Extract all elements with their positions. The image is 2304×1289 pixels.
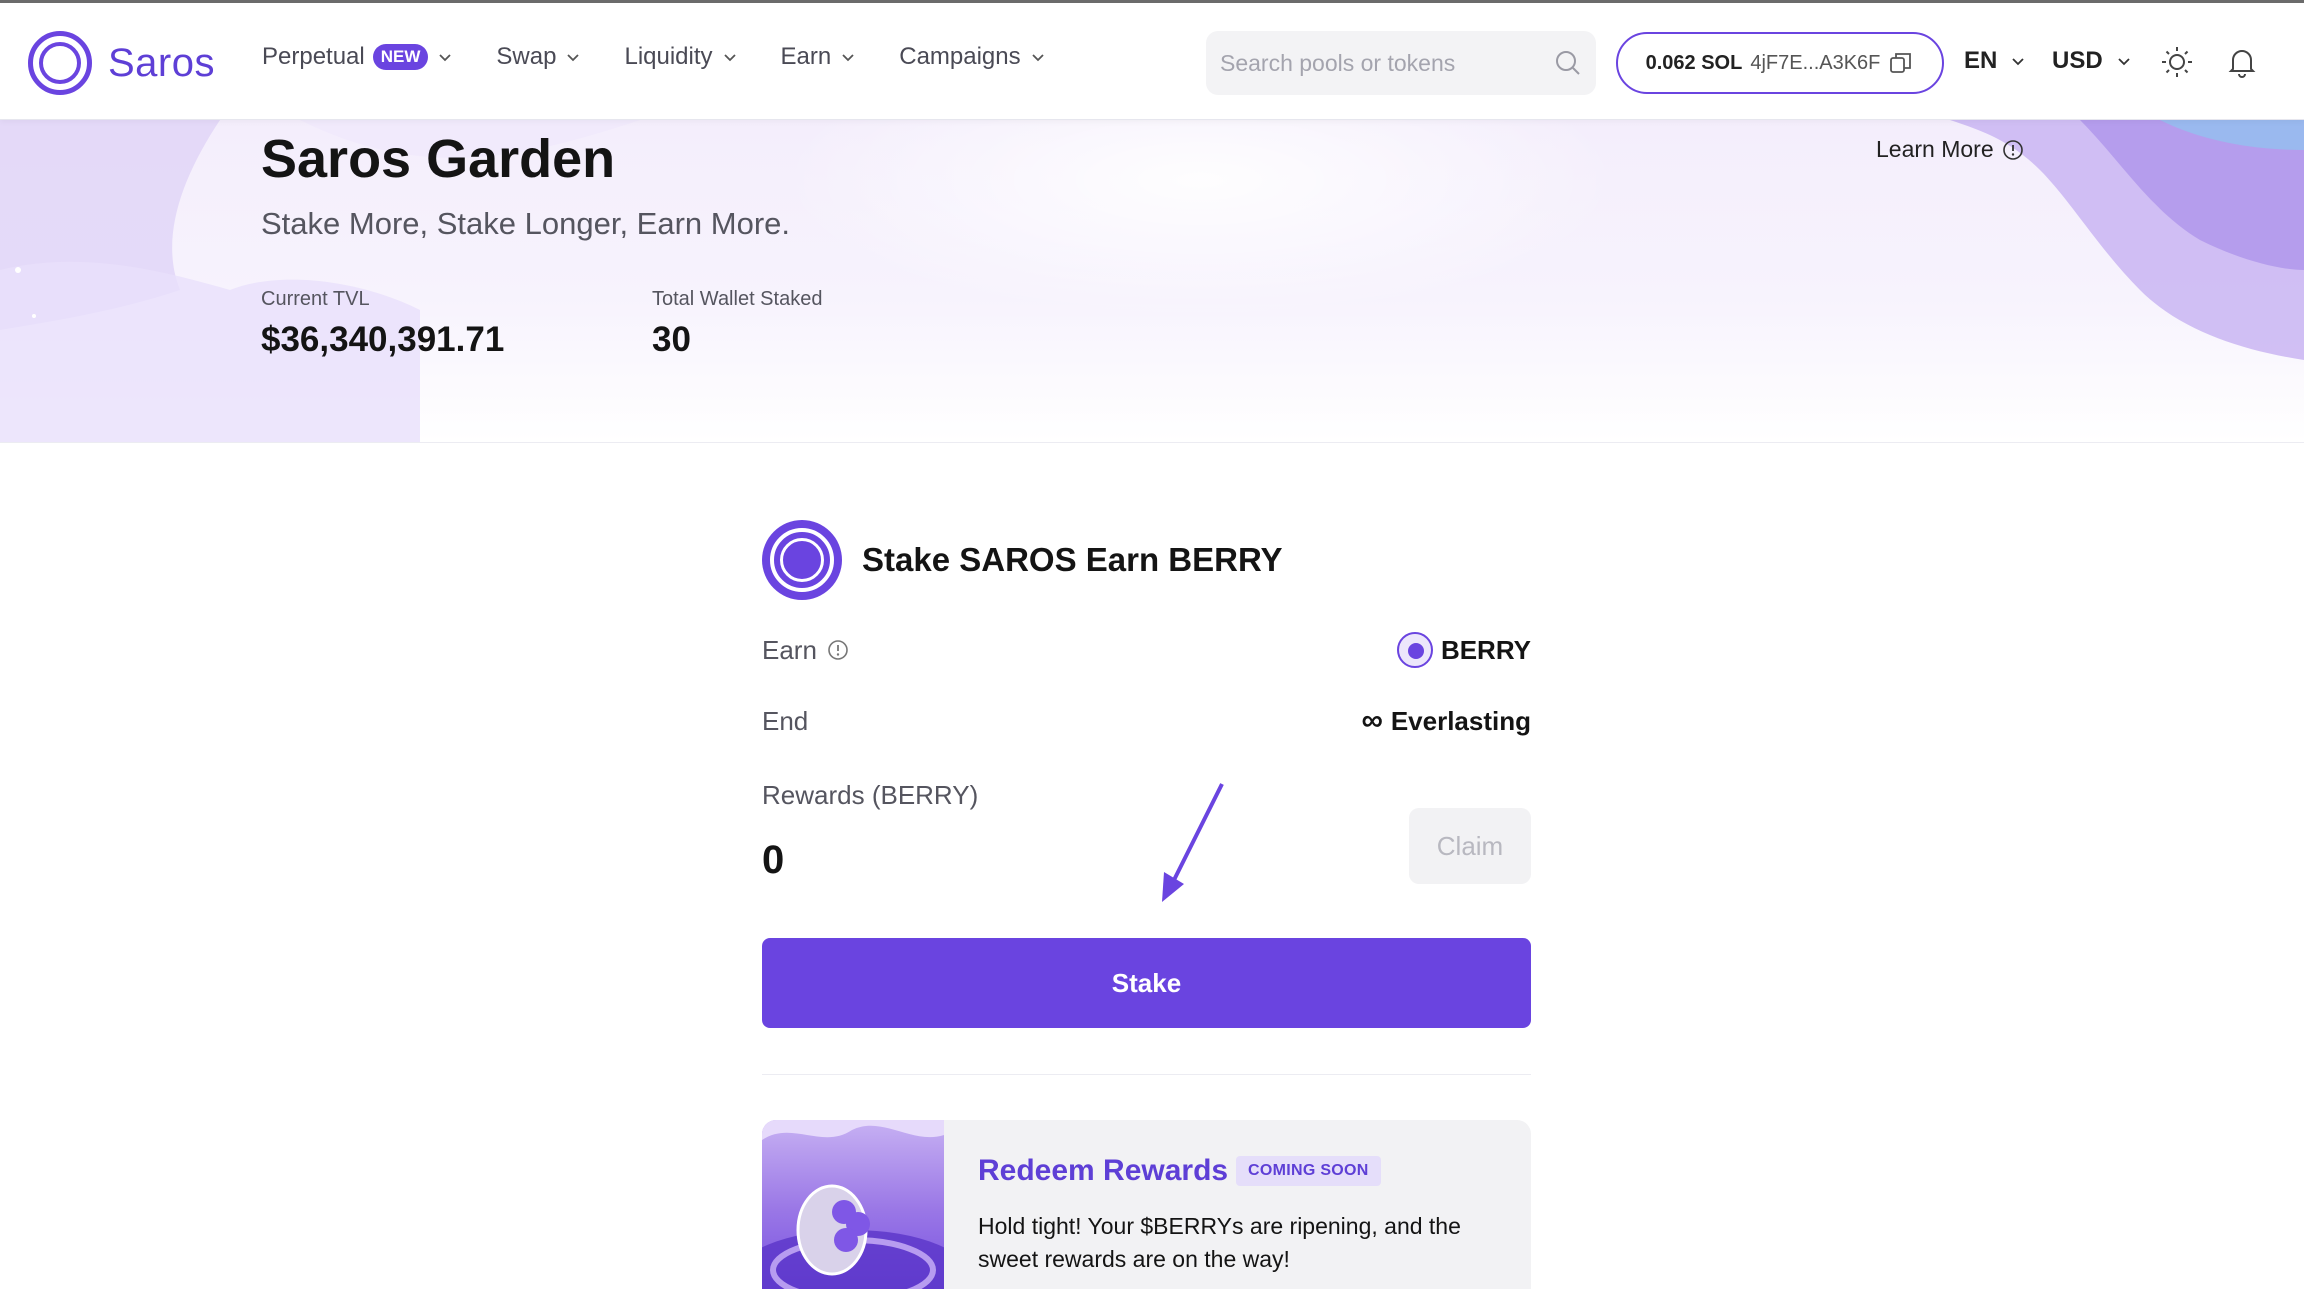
nav-item-campaigns[interactable]: Campaigns [899, 43, 1044, 71]
earn-label: Earn [762, 635, 849, 666]
nav-item-label: Swap [496, 43, 557, 70]
chevron-down-icon [1032, 54, 1044, 62]
saros-logo-icon [28, 31, 92, 95]
redeem-illustration [762, 1120, 973, 1289]
saros-logo[interactable]: Saros [28, 31, 215, 95]
chevron-down-icon [723, 54, 736, 62]
end-label: End [762, 705, 809, 736]
stake-button[interactable]: Stake [762, 938, 1531, 1028]
annotation-arrow [1162, 783, 1224, 902]
language-selector[interactable]: EN [1964, 47, 2025, 75]
search-input[interactable] [1220, 49, 1554, 77]
nav-item-label: Earn [780, 43, 832, 70]
chevron-down-icon [2012, 58, 2024, 66]
rewards-label: Rewards (BERRY) [762, 780, 979, 810]
page-title: Saros Garden [261, 129, 616, 189]
hero-banner: Saros Garden Stake More, Stake Longer, E… [0, 120, 2304, 442]
redeem-title: Redeem Rewards [978, 1154, 1229, 1187]
chevron-down-icon [2118, 58, 2130, 66]
wallet-balance: 0.062 SOL [1645, 51, 1743, 74]
language-value: EN [1964, 47, 1998, 74]
pool-title: Stake SAROS Earn BERRY [862, 541, 1283, 578]
chevron-down-icon [439, 54, 452, 62]
rewards-value: 0 [762, 838, 785, 882]
learn-more-link[interactable]: Learn More [1876, 136, 2024, 163]
nav-item-perpetual[interactable]: Perpetual NEW [262, 43, 452, 71]
pool-header: Stake SAROS Earn BERRY [762, 520, 1531, 600]
saros-token-icon [762, 520, 842, 600]
stat-wallet-staked-value: 30 [652, 320, 691, 359]
info-icon[interactable] [827, 639, 849, 661]
wallet-button[interactable]: 0.062 SOL 4jF7E...A3K6F [1616, 32, 1944, 94]
chevron-down-icon [567, 54, 580, 62]
search-icon[interactable] [1554, 49, 1582, 77]
nav-item-swap[interactable]: Swap [496, 43, 580, 71]
new-badge: NEW [372, 44, 429, 70]
earn-row: Earn BERRY [762, 632, 1531, 668]
earn-label-text: Earn [762, 634, 817, 665]
coming-soon-badge: COMING SOON [1236, 1156, 1381, 1186]
learn-more-label: Learn More [1876, 136, 1994, 162]
redeem-rewards-banner: Redeem Rewards COMING SOON Hold tight! Y… [762, 1120, 1531, 1289]
hero-divider [0, 442, 2304, 443]
stat-wallet-staked-label: Total Wallet Staked [652, 288, 823, 310]
earn-token-name: BERRY [1440, 634, 1531, 665]
main-nav: Perpetual NEW Swap Liquidity Earn Campai… [262, 43, 1045, 71]
info-icon [2002, 139, 2023, 160]
card-divider [762, 1074, 1531, 1075]
search-box [1206, 31, 1596, 95]
stat-tvl-label: Current TVL [261, 288, 370, 310]
currency-value: USD [2052, 47, 2103, 74]
stake-pool-card: Stake SAROS Earn BERRY Earn BERRY End ∞ … [762, 520, 1531, 1289]
redeem-description: Hold tight! Your $BERRYs are ripening, a… [978, 1213, 1461, 1272]
nav-item-liquidity[interactable]: Liquidity [624, 43, 736, 71]
theme-toggle-sun-icon[interactable] [2160, 45, 2194, 79]
nav-item-label: Perpetual [262, 43, 365, 70]
infinity-icon: ∞ [1361, 704, 1383, 737]
wallet-address: 4jF7E...A3K6F [1750, 51, 1881, 74]
top-navigation-bar: Saros Perpetual NEW Swap Liquidity Earn … [0, 0, 2304, 120]
copy-icon[interactable] [1888, 50, 1914, 76]
chevron-down-icon [842, 54, 854, 62]
nav-item-earn[interactable]: Earn [781, 43, 856, 71]
end-row: End ∞ Everlasting [762, 704, 1531, 738]
nav-item-label: Liquidity [624, 43, 713, 70]
end-value: ∞ Everlasting [1361, 704, 1531, 738]
stat-tvl-value: $36,340,391.71 [261, 320, 505, 359]
claim-button[interactable]: Claim [1409, 808, 1531, 884]
earn-token: BERRY [1396, 632, 1531, 668]
bell-icon[interactable] [2225, 45, 2259, 79]
currency-selector[interactable]: USD [2052, 47, 2131, 75]
page-subtitle: Stake More, Stake Longer, Earn More. [261, 206, 790, 241]
brand-name: Saros [108, 40, 215, 85]
nav-item-label: Campaigns [899, 43, 1021, 70]
berry-token-icon [1396, 632, 1433, 668]
end-value-text: Everlasting [1390, 705, 1531, 736]
